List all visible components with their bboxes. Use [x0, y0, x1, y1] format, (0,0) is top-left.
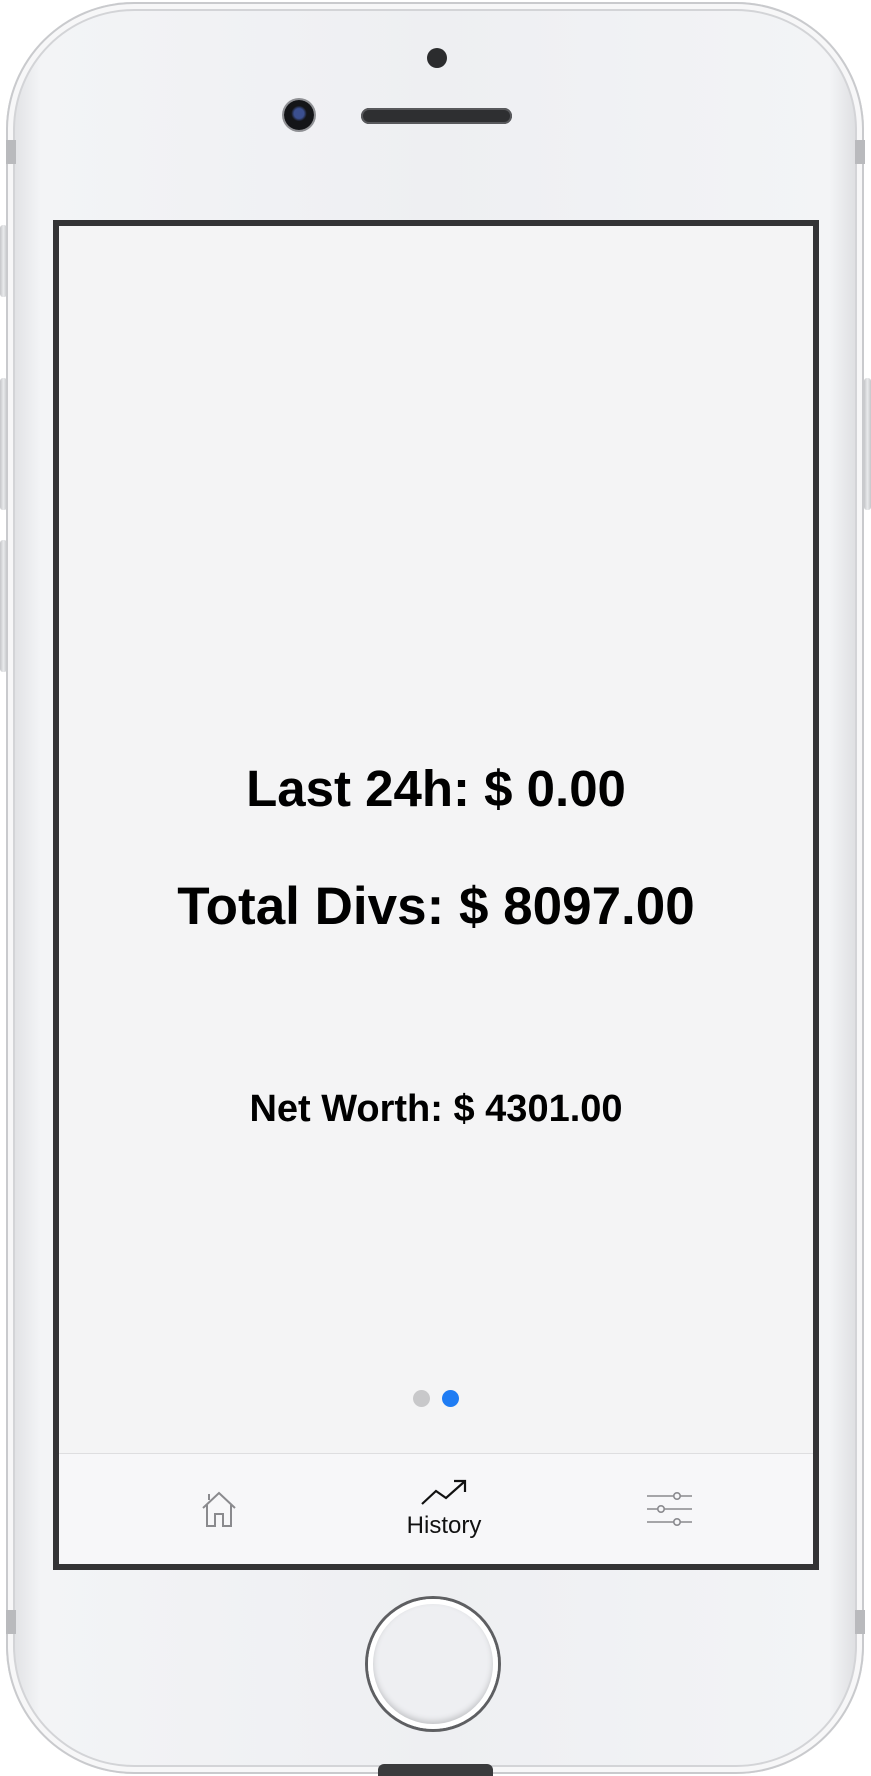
last-24h-label: Last 24h: $ 0.00 [246, 760, 626, 817]
proximity-sensor [427, 48, 447, 68]
antenna-line [6, 140, 16, 164]
front-camera [284, 100, 314, 130]
net-worth-label: Net Worth: $ 4301.00 [249, 1088, 623, 1130]
tab-history-label: History [406, 1512, 482, 1539]
device-frame: Last 24h: $ 0.00 Total Divs: $ 8097.00 N… [0, 0, 871, 1776]
trending-up-icon [420, 1478, 468, 1508]
power-button[interactable] [864, 378, 871, 510]
tab-home[interactable] [159, 1489, 279, 1529]
volume-up-button[interactable] [0, 378, 7, 510]
antenna-line [855, 140, 865, 164]
home-button[interactable] [368, 1599, 498, 1729]
home-icon [199, 1489, 239, 1529]
tab-settings[interactable] [609, 1491, 729, 1527]
phone-bottom-edge [378, 1764, 493, 1776]
app-screen: Last 24h: $ 0.00 Total Divs: $ 8097.00 N… [53, 220, 819, 1570]
sliders-icon [646, 1491, 692, 1527]
volume-down-button[interactable] [0, 540, 7, 672]
earpiece-speaker [361, 108, 512, 124]
tab-history[interactable]: History [384, 1478, 504, 1540]
mute-switch[interactable] [0, 225, 7, 297]
antenna-line [855, 1610, 865, 1634]
antenna-line [6, 1610, 16, 1634]
page-dot-2-active[interactable] [442, 1390, 459, 1407]
page-indicator[interactable] [59, 1390, 813, 1410]
total-dividends-label: Total Divs: $ 8097.00 [177, 877, 695, 936]
tab-bar: History [59, 1453, 813, 1564]
page-dot-1[interactable] [413, 1390, 430, 1407]
